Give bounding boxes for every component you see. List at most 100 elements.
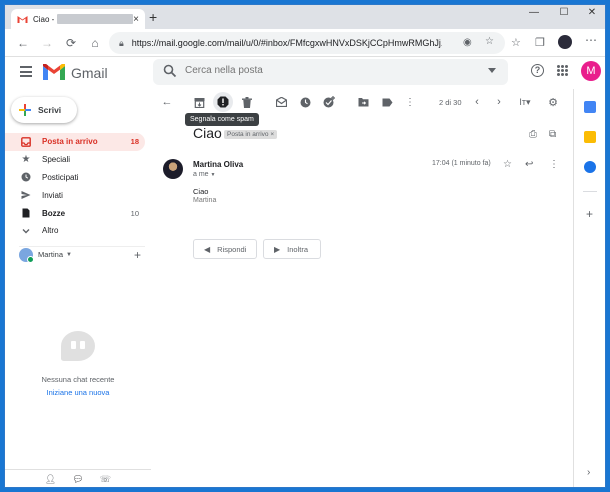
window-close-button[interactable]: ✕ (577, 7, 605, 18)
back-arrow-icon[interactable]: ← (11, 36, 35, 50)
sidebar-item-starred[interactable]: ★ Speciali (5, 151, 145, 169)
draft-icon (21, 208, 31, 218)
draft-count: 10 (130, 208, 139, 218)
caret-down-icon[interactable]: ▼ (66, 252, 72, 258)
search-options-caret-icon[interactable] (488, 68, 496, 73)
google-apps-icon[interactable] (557, 65, 568, 76)
message-more-icon[interactable]: ⋮ (549, 159, 559, 170)
reply-button[interactable]: ◀︎ Rispondi (193, 239, 257, 259)
sidebar-item-more[interactable]: Altro (5, 222, 145, 240)
compose-label: Scrivi (38, 105, 62, 115)
url-text: https://mail.google.com/mail/u/0/#inbox/… (131, 38, 442, 48)
sidebar-item-label: Inviati (42, 190, 63, 200)
report-spam-icon[interactable] (217, 96, 229, 108)
sender-avatar[interactable] (163, 159, 183, 179)
message-signature: Martina (193, 197, 217, 204)
newer-chevron-icon[interactable]: ‹ (471, 96, 483, 108)
reply-arrow-icon[interactable]: ↩ (525, 159, 533, 170)
maximize-button[interactable]: ☐ (549, 7, 579, 18)
get-addons-icon[interactable]: + (586, 207, 593, 221)
older-chevron-icon[interactable]: › (493, 96, 505, 108)
search-bar[interactable] (153, 59, 508, 85)
settings-gear-icon[interactable]: ⚙ (547, 96, 559, 109)
back-to-inbox-icon[interactable]: ← (161, 96, 173, 108)
delete-icon[interactable] (241, 96, 253, 108)
address-bar[interactable]: 🔒︎ https://mail.google.com/mail/u/0/#inb… (109, 32, 505, 54)
search-icon[interactable] (163, 64, 177, 78)
open-in-new-window-icon[interactable]: ⧉ (549, 129, 556, 140)
print-icon[interactable]: ⎙ (529, 129, 537, 140)
message-subject: Ciao (193, 125, 222, 141)
profile-avatar[interactable] (558, 35, 572, 49)
phone-icon[interactable]: ☏ (100, 474, 111, 485)
hangouts-user[interactable]: Martina ▼ + (19, 246, 145, 263)
mark-unread-icon[interactable] (275, 96, 287, 108)
hangouts-bubble-icon (61, 331, 95, 361)
bookmark-star-icon[interactable]: ☆ (485, 36, 494, 47)
clock-icon (21, 172, 31, 182)
message-timestamp: 17:04 (1 minuto fa) (432, 160, 491, 167)
forward-icon: ▶︎ (274, 244, 281, 254)
tasks-icon[interactable] (584, 161, 596, 173)
side-panel: + › (573, 89, 605, 487)
hide-side-panel-icon[interactable]: › (587, 467, 590, 478)
add-to-tasks-icon[interactable] (323, 96, 335, 108)
tab-title-redacted (57, 14, 134, 24)
recipient-line[interactable]: a me ▼ (193, 171, 215, 178)
more-actions-icon[interactable]: ⋮ (404, 96, 416, 108)
snooze-icon[interactable] (299, 96, 311, 108)
tab-close-icon[interactable]: × (133, 14, 139, 25)
main-menu-icon[interactable] (20, 66, 32, 80)
sidebar-item-inbox[interactable]: Posta in arrivo 18 (5, 133, 145, 151)
forward-arrow-icon[interactable]: → (35, 36, 59, 50)
reply-icon: ◀︎ (204, 244, 211, 254)
new-tab-button[interactable]: + (149, 9, 157, 25)
chat-icon[interactable]: 💬︎ (72, 474, 83, 485)
sidebar-item-drafts[interactable]: Bozze 10 (5, 204, 145, 222)
contacts-icon[interactable]: 👤︎ (45, 474, 56, 485)
subject-row: Ciao Posta in arrivo × ⎙ ⧉ (151, 125, 573, 145)
reload-icon[interactable]: ⟳ (59, 36, 83, 50)
browser-tab[interactable]: Ciao - × (11, 9, 145, 29)
home-icon[interactable]: ⌂ (83, 36, 107, 50)
sidebar-item-label: Posticipati (42, 172, 79, 182)
add-chat-icon[interactable]: + (134, 248, 141, 262)
send-icon (21, 190, 31, 200)
calendar-icon[interactable] (584, 101, 596, 113)
minimize-button[interactable]: — (519, 7, 549, 18)
lock-icon: 🔒︎ (119, 37, 124, 48)
label-chip-text: Posta in arrivo (227, 131, 269, 138)
eye-icon[interactable]: ◉ (463, 37, 472, 48)
start-new-chat-link[interactable]: Iniziane una nuova (5, 388, 151, 397)
sidebar-item-label: Posta in arrivo (42, 137, 98, 147)
gmail-wordmark: Gmail (71, 65, 108, 81)
account-avatar[interactable]: M (581, 61, 601, 81)
search-input[interactable] (185, 65, 465, 76)
forward-button[interactable]: ▶︎ Inoltra (263, 239, 321, 259)
move-to-icon[interactable] (357, 96, 369, 108)
side-panel-divider (583, 191, 597, 192)
chat-empty-text: Nessuna chat recente (41, 375, 115, 384)
sidebar-item-sent[interactable]: Inviati (5, 186, 145, 204)
favorites-icon[interactable]: ☆ (511, 36, 521, 49)
inbox-label-chip[interactable]: Posta in arrivo × (224, 130, 278, 139)
remove-label-icon[interactable]: × (270, 131, 274, 138)
more-menu-icon[interactable]: ⋯ (585, 33, 597, 47)
sidebar-item-snoozed[interactable]: Posticipati (5, 169, 145, 187)
recipient-details-caret-icon[interactable]: ▼ (211, 172, 216, 178)
hangouts-avatar (19, 247, 34, 263)
help-icon[interactable]: ? (531, 64, 544, 77)
star-message-icon[interactable]: ☆ (503, 159, 512, 170)
star-icon: ★ (21, 154, 31, 166)
label-icon[interactable] (381, 96, 393, 108)
message-view: ← ⋮ 2 di 30 ‹ › Iт▾ ⚙ Segnala come spam … (151, 89, 573, 487)
sender-name[interactable]: Martina Oliva (193, 160, 243, 169)
gmail-logo-icon[interactable] (43, 64, 65, 80)
collections-icon[interactable]: ❐ (535, 36, 545, 49)
keep-icon[interactable] (584, 131, 596, 143)
forward-label: Inoltra (287, 244, 309, 254)
archive-icon[interactable] (193, 96, 205, 108)
tab-bar: Ciao - × + — ☐ ✕ (5, 5, 605, 29)
compose-button[interactable]: Scrivi (11, 97, 77, 123)
input-tools-icon[interactable]: Iт▾ (515, 96, 535, 108)
